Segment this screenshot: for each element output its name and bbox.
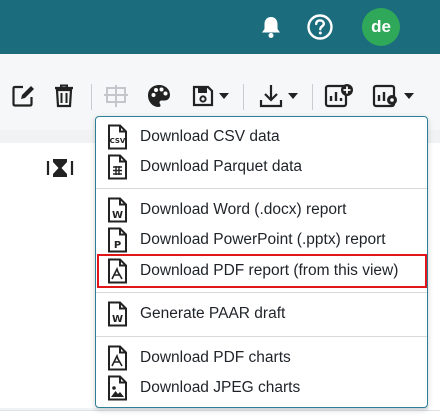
svg-text:W: W — [112, 210, 123, 221]
add-chart-icon[interactable] — [322, 81, 356, 111]
save-button[interactable] — [186, 81, 234, 111]
menu-item-label: Download PowerPoint (.pptx) report — [140, 231, 386, 248]
menu-item-download-csv[interactable]: CSV Download CSV data — [104, 123, 422, 151]
chevron-down-icon — [403, 93, 414, 99]
trash-icon[interactable] — [50, 81, 78, 111]
menu-item-download-jpeg-charts[interactable]: Download JPEG charts — [104, 374, 422, 402]
menu-item-label: Download JPEG charts — [140, 379, 301, 396]
menu-item-label: Download Parquet data — [140, 158, 303, 175]
word-file-icon: W — [104, 197, 130, 223]
menu-item-generate-paar[interactable]: W Generate PAAR draft — [104, 300, 422, 328]
powerpoint-file-icon: P — [104, 227, 130, 253]
edit-icon[interactable] — [8, 81, 38, 111]
help-icon[interactable] — [303, 10, 337, 44]
avatar[interactable]: de — [362, 8, 400, 46]
menu-item-label: Download PDF charts — [140, 349, 291, 366]
csv-file-icon: CSV — [104, 124, 130, 150]
download-menu: CSV Download CSV data Download Parquet d… — [95, 116, 428, 408]
chart-options-icon — [372, 84, 397, 108]
palette-icon[interactable] — [144, 81, 174, 111]
menu-item-download-powerpoint[interactable]: P Download PowerPoint (.pptx) report — [104, 226, 422, 254]
bottom-panel — [0, 410, 440, 420]
parquet-file-icon — [104, 154, 130, 180]
menu-item-download-pdf-report[interactable]: Download PDF report (from this view) — [97, 254, 427, 288]
toolbar-separator — [91, 84, 92, 110]
svg-text:CSV: CSV — [110, 137, 126, 145]
menu-item-download-word[interactable]: W Download Word (.docx) report — [104, 196, 422, 224]
chart-options-button[interactable] — [368, 81, 418, 111]
menu-item-label: Download Word (.docx) report — [140, 201, 347, 218]
bell-icon[interactable] — [254, 10, 288, 44]
menu-item-label: Download CSV data — [140, 128, 280, 145]
hourglass-icon[interactable] — [46, 157, 74, 184]
avatar-initials: de — [371, 17, 391, 36]
svg-text:P: P — [114, 240, 121, 251]
download-button[interactable] — [254, 81, 302, 111]
top-header: de — [0, 0, 440, 54]
menu-divider — [96, 292, 427, 293]
menu-divider — [96, 188, 427, 189]
pdf-file-icon — [104, 258, 130, 284]
menu-item-label: Generate PAAR draft — [140, 305, 286, 322]
word-file-icon: W — [104, 301, 130, 327]
menu-item-label: Download PDF report (from this view) — [140, 262, 399, 279]
transform-icon — [102, 81, 130, 111]
pdf-file-icon — [104, 345, 130, 371]
menu-item-download-pdf-charts[interactable]: Download PDF charts — [104, 344, 422, 372]
content-panel-edge — [428, 143, 440, 413]
svg-text:W: W — [112, 314, 123, 325]
menu-divider — [96, 336, 427, 337]
chevron-down-icon — [218, 93, 229, 99]
image-file-icon — [104, 375, 130, 401]
save-icon — [192, 85, 213, 107]
download-icon — [259, 85, 282, 108]
toolbar-separator — [312, 84, 313, 110]
toolbar-separator — [243, 84, 244, 110]
menu-item-download-parquet[interactable]: Download Parquet data — [104, 153, 422, 181]
chevron-down-icon — [287, 93, 298, 99]
